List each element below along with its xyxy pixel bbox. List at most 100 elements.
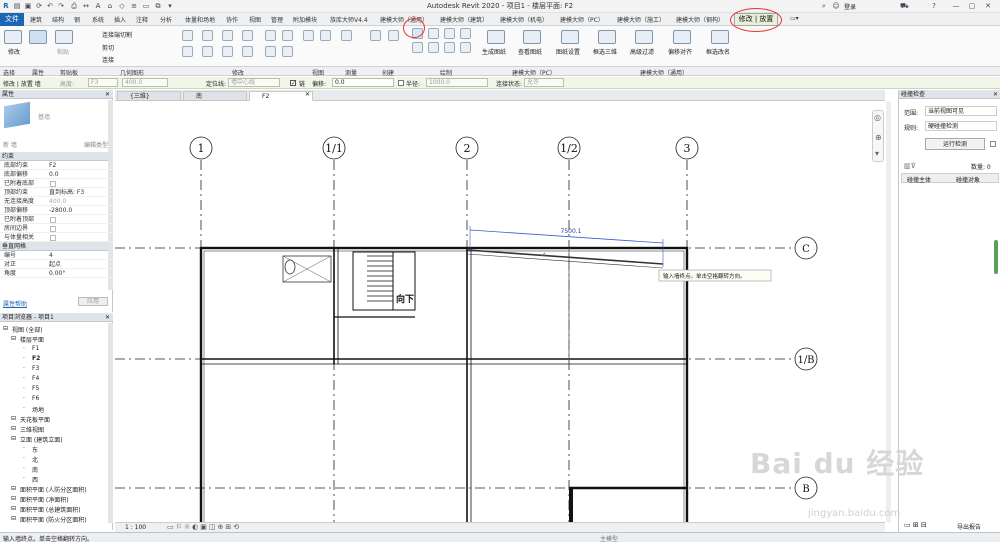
property-row[interactable]: 已附着底部 xyxy=(0,180,113,188)
clash-small-icons[interactable]: ▭ ⊞ ⊟ xyxy=(904,521,927,529)
tab-bim-architecture[interactable]: 建模大师（建筑） xyxy=(440,15,488,24)
customize-dropdown-icon[interactable]: ▾ xyxy=(166,2,174,10)
property-row[interactable]: 房间边界 xyxy=(0,225,113,233)
draw-center-arc-icon[interactable] xyxy=(428,42,439,53)
properties-help-link[interactable]: 属性帮助 xyxy=(3,299,27,308)
browser-scrollbar[interactable] xyxy=(108,323,113,523)
navigation-bar[interactable]: ◎ ⊕ ▾ xyxy=(872,110,884,162)
property-row[interactable]: 顶部约束 直到标高: F3 xyxy=(0,189,113,197)
save-icon[interactable]: ▣ xyxy=(24,2,32,10)
tab-annotate[interactable]: 注释 xyxy=(136,15,148,24)
property-value[interactable]: -2800.0 xyxy=(49,207,72,215)
tree-expand-icon[interactable]: ⊟ xyxy=(11,515,16,522)
property-row[interactable]: 无连接高度 400.0 xyxy=(0,198,113,206)
tab-overflow-icon[interactable]: ▭▾ xyxy=(790,15,799,22)
clash-close-icon[interactable]: ✕ xyxy=(993,90,998,99)
search-icon[interactable]: ⌕ xyxy=(820,2,828,10)
property-value[interactable]: F2 xyxy=(49,162,56,170)
tab-architecture[interactable]: 建筑 xyxy=(30,15,42,24)
browser-item[interactable]: 楼层平面 xyxy=(20,335,44,344)
browser-item[interactable]: 三维视图 xyxy=(20,425,44,434)
property-checkbox[interactable] xyxy=(50,226,56,232)
panel-resize-handle[interactable] xyxy=(994,240,998,274)
login-link[interactable]: 登录 xyxy=(844,2,856,11)
browser-item[interactable]: 面积平面 (净面积) xyxy=(20,495,69,504)
browser-close-icon[interactable]: ✕ xyxy=(105,313,110,322)
tab-bim-construction[interactable]: 建模大师（施工） xyxy=(617,15,665,24)
browser-item[interactable]: 面积平面 (人防分区面积) xyxy=(20,485,87,494)
property-checkbox[interactable] xyxy=(50,217,56,223)
browser-item[interactable]: F5 xyxy=(32,385,39,392)
copy-icon[interactable] xyxy=(202,46,213,57)
close-icon[interactable]: ✕ xyxy=(984,2,992,10)
view-control-icons[interactable]: ▭⚐☼◐▣◫⊕⊞⟲ xyxy=(167,523,241,531)
type-name[interactable]: 基墙 xyxy=(38,112,50,121)
draw-rectangle-icon[interactable] xyxy=(428,28,439,39)
move-icon[interactable] xyxy=(182,46,193,57)
radius-input[interactable]: 1000.0 xyxy=(426,78,488,87)
mirror-draw-icon[interactable] xyxy=(242,30,253,41)
tab-view[interactable]: 视图 xyxy=(249,15,261,24)
create-part-icon[interactable] xyxy=(370,30,381,41)
draw-polygon-icon[interactable] xyxy=(444,28,455,39)
tree-expand-icon[interactable]: ⊟ xyxy=(3,325,8,332)
property-value[interactable]: 0.0 xyxy=(49,171,59,179)
tab-insert[interactable]: 插入 xyxy=(114,15,126,24)
tab-file[interactable]: 文件 xyxy=(0,13,24,26)
properties-button[interactable] xyxy=(29,30,47,44)
properties-close-icon[interactable]: ✕ xyxy=(105,90,110,99)
draw-tangent-arc-icon[interactable] xyxy=(444,42,455,53)
draw-fillet-arc-icon[interactable] xyxy=(460,42,471,53)
tab-analyze[interactable]: 分析 xyxy=(160,15,172,24)
override-icon[interactable] xyxy=(320,30,331,41)
tab-manage[interactable]: 管理 xyxy=(271,15,283,24)
browser-item[interactable]: F6 xyxy=(32,395,39,402)
group-vertical-grid[interactable]: 垂直网格 xyxy=(0,242,113,251)
section-icon[interactable]: ◇ xyxy=(118,2,126,10)
browser-item[interactable]: 北 xyxy=(32,455,38,464)
pin-icon[interactable] xyxy=(282,30,293,41)
grid-property-row[interactable]: 角度 0.00° xyxy=(0,270,113,278)
edit-type-button[interactable]: 编辑类型 xyxy=(84,140,108,149)
tree-expand-icon[interactable]: ⊟ xyxy=(11,505,16,512)
split-icon[interactable] xyxy=(265,30,276,41)
tab-massing[interactable]: 体量和场地 xyxy=(185,15,215,24)
tab-bim-mep[interactable]: 建模大师（机电） xyxy=(500,15,548,24)
steering-wheel-icon[interactable]: ◎ xyxy=(874,113,881,122)
browser-item[interactable]: F2 xyxy=(32,355,40,362)
thin-lines-icon[interactable]: ≡ xyxy=(130,2,138,10)
help-icon[interactable]: ? xyxy=(930,2,938,10)
property-value[interactable]: 起点 xyxy=(49,261,61,269)
property-value[interactable]: 400.0 xyxy=(49,198,66,206)
join-cut-label[interactable]: 连接端切割 xyxy=(102,30,132,39)
filter-icon[interactable]: ▥⊽ xyxy=(904,162,916,170)
view-drawing-button[interactable] xyxy=(523,30,541,44)
3d-view-icon[interactable]: ⌂ xyxy=(106,2,114,10)
cut-label[interactable]: 剪切 xyxy=(102,43,114,52)
sync-icon[interactable]: ⟳ xyxy=(35,2,43,10)
create-group-icon[interactable] xyxy=(388,30,399,41)
height-input[interactable]: 400.0 xyxy=(122,78,168,87)
height-select[interactable]: F3 xyxy=(88,78,118,87)
browser-item[interactable]: 面积平面 (防火分区面积) xyxy=(20,515,87,524)
draw-circle-icon[interactable] xyxy=(460,28,471,39)
undo-icon[interactable]: ↶ xyxy=(46,2,54,10)
property-checkbox[interactable] xyxy=(50,181,56,187)
group-constraints[interactable]: 约束 xyxy=(0,152,113,161)
tree-expand-icon[interactable]: ⊟ xyxy=(11,425,16,432)
user-icon[interactable]: ☺ xyxy=(832,2,840,10)
browser-item[interactable]: 东 xyxy=(32,445,38,454)
browser-item[interactable]: F1 xyxy=(32,345,39,352)
property-value[interactable]: 0.00° xyxy=(49,270,65,278)
range-select[interactable]: 当前视图可见 xyxy=(925,106,997,116)
redo-icon[interactable]: ↷ xyxy=(57,2,65,10)
mirror-icon[interactable] xyxy=(222,30,233,41)
grid-property-row[interactable]: 编号 4 xyxy=(0,252,113,260)
maximize-icon[interactable]: ▢ xyxy=(968,2,976,10)
drawing-settings-button[interactable] xyxy=(561,30,579,44)
box-rename-button[interactable] xyxy=(711,30,729,44)
property-value[interactable]: 直到标高: F3 xyxy=(49,189,84,197)
connect-label[interactable]: 连接 xyxy=(102,55,114,64)
view-scale[interactable]: 1 : 100 xyxy=(125,524,146,531)
align-icon[interactable] xyxy=(182,30,193,41)
